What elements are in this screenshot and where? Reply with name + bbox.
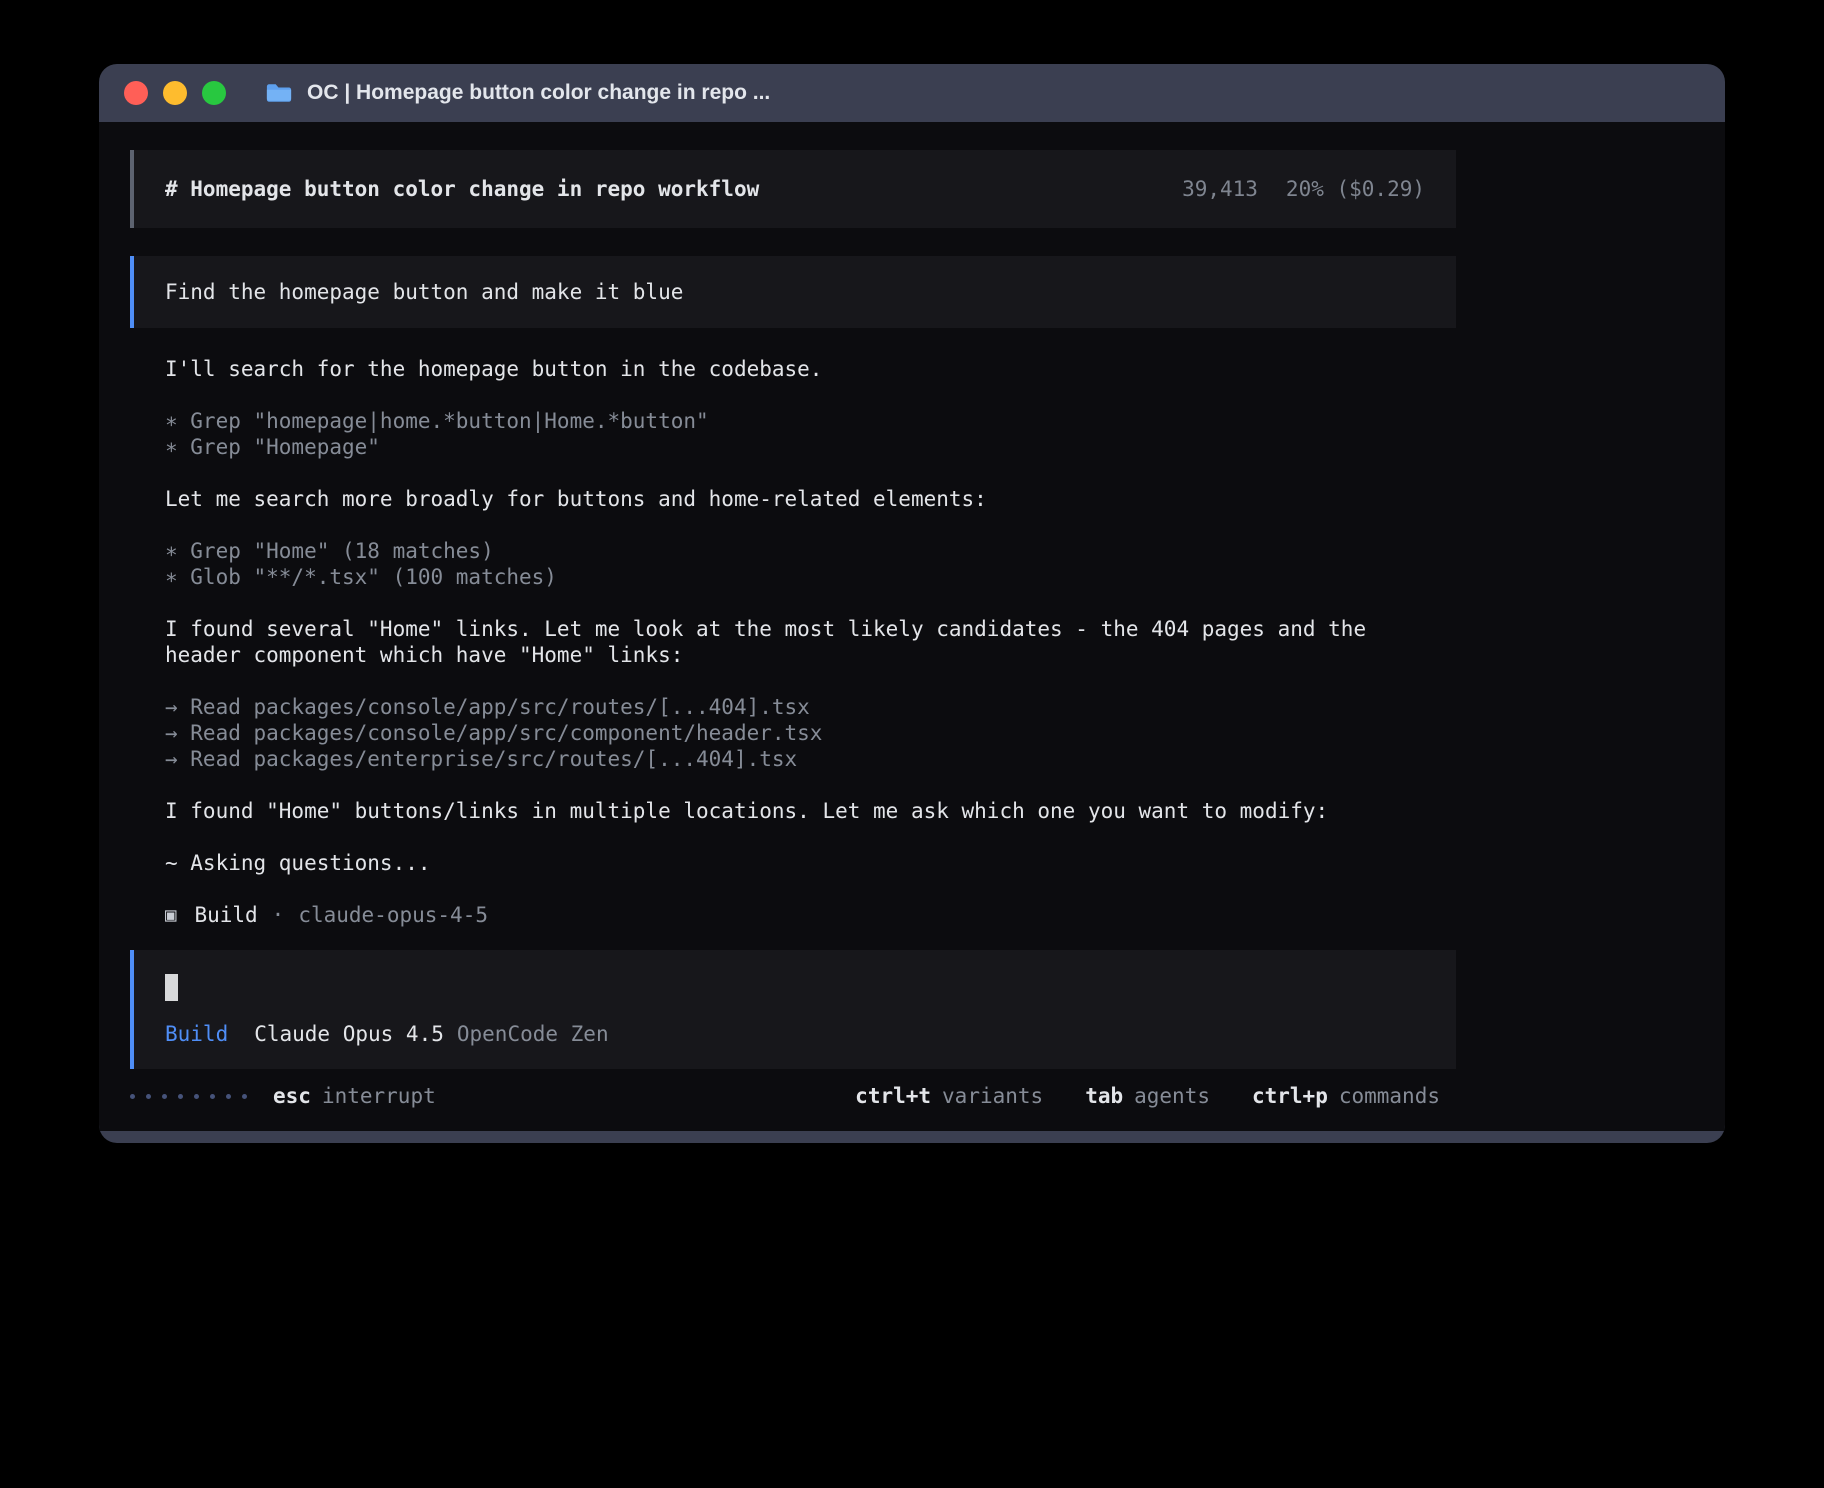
assistant-text: Let me search more broadly for buttons a… xyxy=(165,486,1415,512)
blank-line xyxy=(165,772,1456,798)
assistant-text: I found several "Home" links. Let me loo… xyxy=(165,616,1415,668)
tool-call-glob: ∗ Glob "**/*.tsx" (100 matches) xyxy=(165,564,1415,590)
minimize-button[interactable] xyxy=(163,81,187,105)
hint-key-ctrl-t: ctrl+t xyxy=(855,1083,931,1109)
mode-provider-label: OpenCode Zen xyxy=(457,1021,609,1047)
mode-model-label: Claude Opus 4.5 xyxy=(254,1021,444,1047)
hint-interrupt: esc interrupt xyxy=(273,1083,436,1109)
assistant-text: I'll search for the homepage button in t… xyxy=(165,356,1415,382)
close-button[interactable] xyxy=(124,81,148,105)
tool-call-read: → Read packages/enterprise/src/routes/[.… xyxy=(165,746,1415,772)
tool-call-grep: ∗ Grep "homepage|home.*button|Home.*butt… xyxy=(165,408,1415,434)
zoom-button[interactable] xyxy=(202,81,226,105)
session-header: # Homepage button color change in repo w… xyxy=(130,150,1456,228)
hint-variants: ctrl+t variants xyxy=(855,1083,1043,1109)
agent-model: claude-opus-4-5 xyxy=(298,902,488,928)
hint-agents: tab agents xyxy=(1085,1083,1210,1109)
statusbar: esc interrupt ctrl+t variants tab agents… xyxy=(130,1083,1456,1109)
terminal-window: OC | Homepage button color change in rep… xyxy=(99,64,1725,1143)
hint-commands: ctrl+p commands xyxy=(1252,1083,1440,1109)
folder-icon xyxy=(265,82,293,104)
blank-line xyxy=(165,824,1456,850)
window-title: OC | Homepage button color change in rep… xyxy=(307,81,770,105)
separator-dot: · xyxy=(272,902,285,928)
user-message-text: Find the homepage button and make it blu… xyxy=(165,279,683,305)
agent-name: Build xyxy=(194,902,257,928)
blank-line xyxy=(165,382,1456,408)
hint-label-commands: commands xyxy=(1339,1083,1440,1109)
hint-key-tab: tab xyxy=(1085,1083,1123,1109)
prompt-input[interactable]: Build Claude Opus 4.5 OpenCode Zen xyxy=(130,950,1456,1069)
context-cost: 20% ($0.29) xyxy=(1286,176,1425,202)
assistant-transcript: I'll search for the homepage button in t… xyxy=(130,356,1456,928)
keyboard-hints: ctrl+t variants tab agents ctrl+p comman… xyxy=(855,1083,1440,1109)
user-message: Find the homepage button and make it blu… xyxy=(130,256,1456,328)
hint-label-agents: agents xyxy=(1134,1083,1210,1109)
terminal-content: # Homepage button color change in repo w… xyxy=(99,122,1725,1131)
titlebar[interactable]: OC | Homepage button color change in rep… xyxy=(99,64,1725,122)
agent-status-row: ▣ Build · claude-opus-4-5 xyxy=(165,902,1456,928)
tool-call-read: → Read packages/console/app/src/componen… xyxy=(165,720,1415,746)
hint-label-variants: variants xyxy=(942,1083,1043,1109)
blank-line xyxy=(165,460,1456,486)
input-mode-row: Build Claude Opus 4.5 OpenCode Zen xyxy=(165,1021,1425,1047)
assistant-status-text: ~ Asking questions... xyxy=(165,850,1415,876)
assistant-text: I found "Home" buttons/links in multiple… xyxy=(165,798,1415,824)
blank-line xyxy=(165,876,1456,902)
blank-line xyxy=(165,512,1456,538)
token-count: 39,413 xyxy=(1182,176,1258,202)
agent-icon: ▣ xyxy=(165,902,176,928)
hint-label-interrupt: interrupt xyxy=(322,1083,436,1109)
tool-call-grep: ∗ Grep "Homepage" xyxy=(165,434,1415,460)
blank-line xyxy=(165,668,1456,694)
tool-call-read: → Read packages/console/app/src/routes/[… xyxy=(165,694,1415,720)
blank-line xyxy=(165,590,1456,616)
hint-key-esc: esc xyxy=(273,1083,311,1109)
tool-call-grep: ∗ Grep "Home" (18 matches) xyxy=(165,538,1415,564)
spinner-dots xyxy=(130,1094,247,1099)
mode-agent-badge[interactable]: Build xyxy=(165,1021,228,1047)
session-title: # Homepage button color change in repo w… xyxy=(165,176,759,202)
text-cursor xyxy=(165,974,178,1001)
hint-key-ctrl-p: ctrl+p xyxy=(1252,1083,1328,1109)
